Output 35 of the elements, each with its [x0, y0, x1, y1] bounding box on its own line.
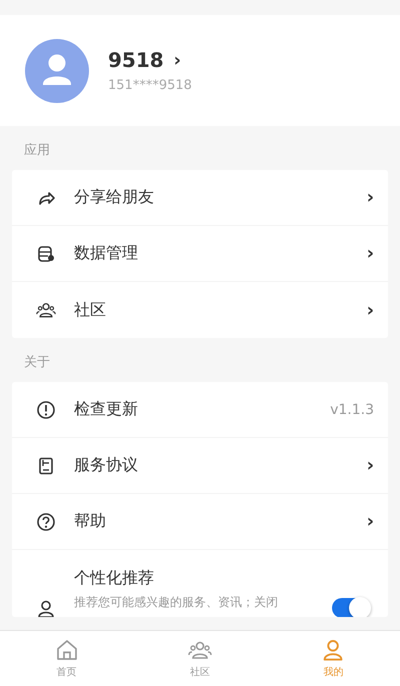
person-icon [321, 638, 346, 662]
row-label: 数据管理 [74, 243, 139, 264]
row-label: 检查更新 [74, 399, 139, 420]
row-description: 推荐您可能感兴趣的服务、资讯；关闭 [74, 594, 279, 611]
chevron-icon: › [366, 455, 374, 476]
row-label: 帮助 [74, 511, 107, 532]
phone-number: 151****9518 [108, 78, 192, 93]
settings-row[interactable]: 社区 › [12, 282, 388, 338]
settings-row[interactable]: 分享给朋友 › [12, 170, 388, 226]
chevron-icon: › [366, 300, 374, 320]
chevron-icon: › [366, 511, 374, 532]
settings-row[interactable]: 检查更新 v1.1.3 [12, 382, 388, 438]
chevron-icon: › [174, 50, 182, 70]
document-icon [36, 456, 56, 476]
row-label: 个性化推荐 [74, 568, 155, 589]
toggle-switch[interactable] [332, 598, 370, 617]
row-label: 分享给朋友 [74, 187, 155, 208]
row-label: 社区 [74, 300, 107, 320]
person-icon [36, 599, 56, 617]
chevron-icon: › [366, 243, 374, 264]
settings-row[interactable]: 服务协议 › [12, 438, 388, 494]
alert-icon [36, 400, 56, 420]
people-icon [36, 300, 56, 320]
settings-row[interactable]: 个性化推荐 推荐您可能感兴趣的服务、资讯；关闭 [12, 550, 388, 617]
version-text: v1.1.3 [330, 402, 374, 418]
section-title: 关于 [23, 354, 51, 372]
settings-row[interactable]: 帮助 › [12, 494, 388, 550]
user-name[interactable]: 9518 [108, 48, 164, 72]
section-title: 应用 [23, 142, 51, 160]
row-label: 服务协议 [74, 455, 139, 476]
help-icon [36, 512, 56, 532]
settings-row[interactable]: 数据管理 › [12, 226, 388, 282]
home-icon [54, 638, 79, 662]
chevron-icon: › [366, 187, 374, 208]
database-icon [36, 244, 56, 264]
